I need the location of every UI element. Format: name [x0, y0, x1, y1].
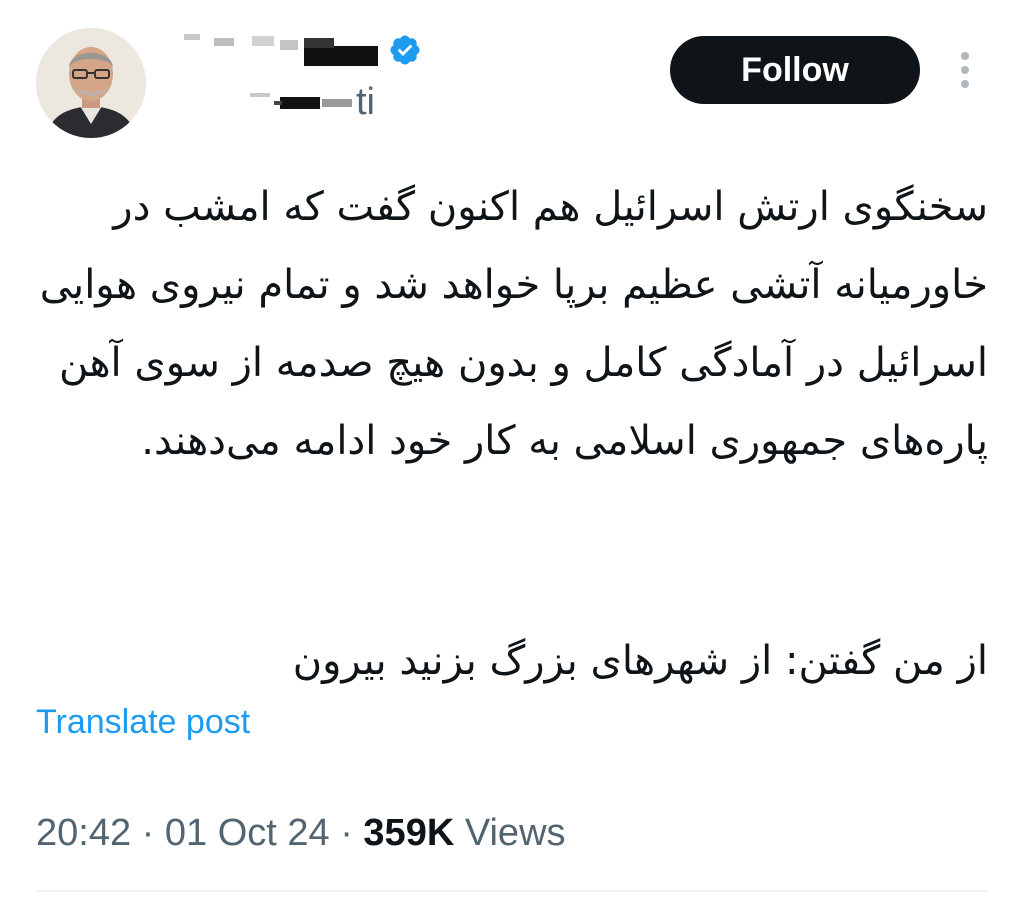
author-handle-redacted [250, 93, 352, 109]
tweet-card: ti Follow سخنگوی ارتش اسرائیل هم اکنون گ… [0, 0, 1022, 900]
author-name-redacted [184, 32, 382, 68]
avatar-photo [36, 28, 146, 138]
author-name-row[interactable] [184, 30, 422, 70]
author-handle-suffix: ti [356, 81, 375, 123]
tweet-time[interactable]: 20:42 [36, 812, 131, 854]
divider [36, 890, 988, 892]
tweet-text: سخنگوی ارتش اسرائیل هم اکنون گفت که امشب… [36, 168, 988, 700]
tweet-paragraph-2: از من گفتن: از شهرهای بزرگ بزنید بیرون [292, 638, 988, 684]
views-count: 359K [363, 812, 455, 854]
avatar[interactable] [36, 28, 146, 138]
author-handle-row[interactable]: ti [250, 80, 375, 124]
verified-badge-icon [390, 35, 420, 65]
tweet-meta: 20:42 · 01 Oct 24 · 359K Views [36, 808, 566, 858]
translate-post-link[interactable]: Translate post [36, 700, 250, 744]
tweet-date[interactable]: 01 Oct 24 [165, 812, 330, 854]
views-label: Views [464, 812, 566, 854]
meta-separator: · [141, 812, 155, 854]
meta-separator: · [340, 812, 353, 854]
tweet-paragraph-1: سخنگوی ارتش اسرائیل هم اکنون گفت که امشب… [39, 184, 988, 464]
follow-button[interactable]: Follow [670, 36, 920, 104]
more-vertical-icon[interactable] [952, 50, 978, 90]
